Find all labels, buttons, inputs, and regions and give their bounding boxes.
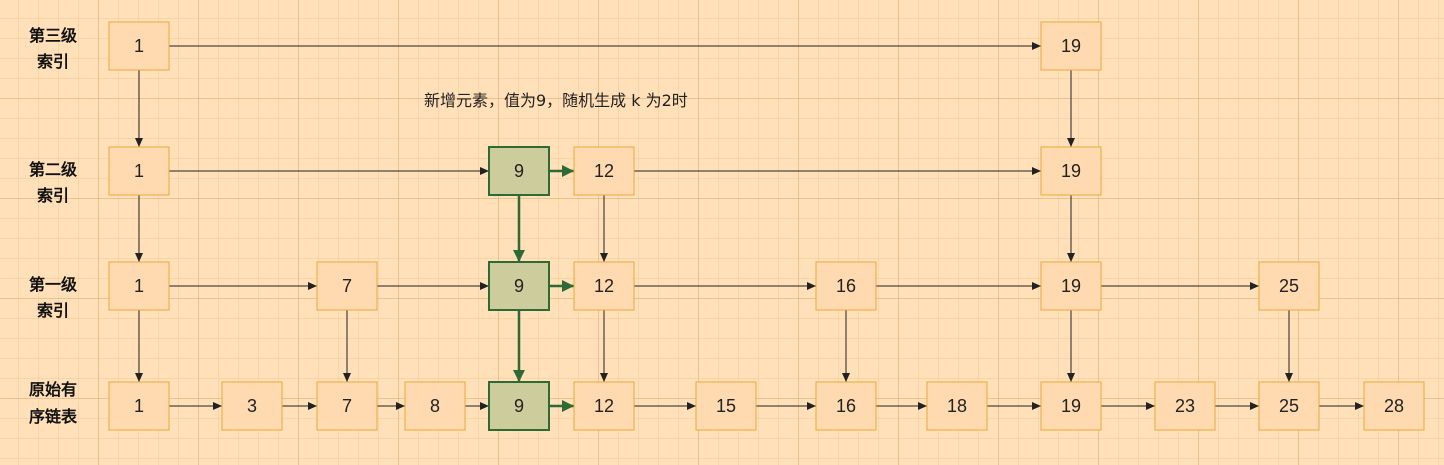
node-l0-23: 23 <box>1154 381 1216 431</box>
node-l0-25: 25 <box>1258 381 1320 431</box>
node-l0-9: 9 <box>488 381 550 431</box>
node-value: 3 <box>247 396 257 416</box>
node-value: 9 <box>514 161 524 181</box>
level-label-l2: 第二级 <box>29 160 78 179</box>
level-label-l0: 序链表 <box>29 407 78 426</box>
node-value: 16 <box>836 396 856 416</box>
node-l2-9: 9 <box>488 146 550 196</box>
node-l2-19: 19 <box>1040 146 1102 196</box>
node-value: 16 <box>836 276 856 296</box>
level-label-l1: 第一级 <box>29 275 78 294</box>
node-value: 7 <box>342 396 352 416</box>
node-value: 18 <box>947 396 967 416</box>
node-l0-3: 3 <box>221 381 283 431</box>
node-value: 1 <box>134 396 144 416</box>
node-value: 19 <box>1061 276 1081 296</box>
caption-text: 新增元素，值为9，随机生成 k 为2时 <box>424 91 688 110</box>
node-l0-7: 7 <box>316 381 378 431</box>
node-value: 1 <box>134 276 144 296</box>
node-l1-1: 1 <box>108 261 170 311</box>
node-value: 25 <box>1279 276 1299 296</box>
level-label-l2: 索引 <box>37 186 69 205</box>
node-value: 25 <box>1279 396 1299 416</box>
node-l1-9: 9 <box>488 261 550 311</box>
node-l0-12: 12 <box>573 381 635 431</box>
level-label-l3: 索引 <box>37 52 69 71</box>
nodes-layer: 1 191 9 12 191 7 9 12 16 19 251 3 7 8 9 12 15 16 18 19 23 25 2… <box>108 21 1425 431</box>
node-l1-25: 25 <box>1258 261 1320 311</box>
node-value: 12 <box>594 276 614 296</box>
node-value: 1 <box>134 36 144 56</box>
node-l0-1: 1 <box>108 381 170 431</box>
node-value: 8 <box>430 396 440 416</box>
node-value: 9 <box>514 396 524 416</box>
node-value: 9 <box>514 276 524 296</box>
node-l0-16: 16 <box>815 381 877 431</box>
node-l2-1: 1 <box>108 146 170 196</box>
level-label-l0: 原始有 <box>29 380 77 399</box>
node-value: 28 <box>1384 396 1404 416</box>
node-l2-12: 12 <box>573 146 635 196</box>
node-value: 12 <box>594 396 614 416</box>
node-l0-15: 15 <box>695 381 757 431</box>
node-value: 7 <box>342 276 352 296</box>
edges-layer <box>135 42 1364 412</box>
node-l1-16: 16 <box>815 261 877 311</box>
node-l1-7: 7 <box>316 261 378 311</box>
node-l3-19: 19 <box>1040 21 1102 71</box>
node-value: 19 <box>1061 396 1081 416</box>
node-value: 19 <box>1061 161 1081 181</box>
node-l3-1: 1 <box>108 21 170 71</box>
node-l1-19: 19 <box>1040 261 1102 311</box>
node-l0-8: 8 <box>404 381 466 431</box>
level-label-l1: 索引 <box>37 301 69 320</box>
node-l0-28: 28 <box>1363 381 1425 431</box>
node-value: 23 <box>1175 396 1195 416</box>
level-label-l3: 第三级 <box>29 26 78 45</box>
node-value: 12 <box>594 161 614 181</box>
labels-layer: 新增元素，值为9，随机生成 k 为2时 第三级索引第二级索引第一级索引原始有序链… <box>29 26 688 426</box>
node-value: 15 <box>716 396 736 416</box>
skip-list-diagram: 1 191 9 12 191 7 9 12 16 19 251 3 7 8 9 12 15 16 18 19 23 25 2… <box>29 21 1425 431</box>
node-l1-12: 12 <box>573 261 635 311</box>
node-l0-18: 18 <box>926 381 988 431</box>
node-value: 19 <box>1061 36 1081 56</box>
node-l0-19: 19 <box>1040 381 1102 431</box>
node-value: 1 <box>134 161 144 181</box>
